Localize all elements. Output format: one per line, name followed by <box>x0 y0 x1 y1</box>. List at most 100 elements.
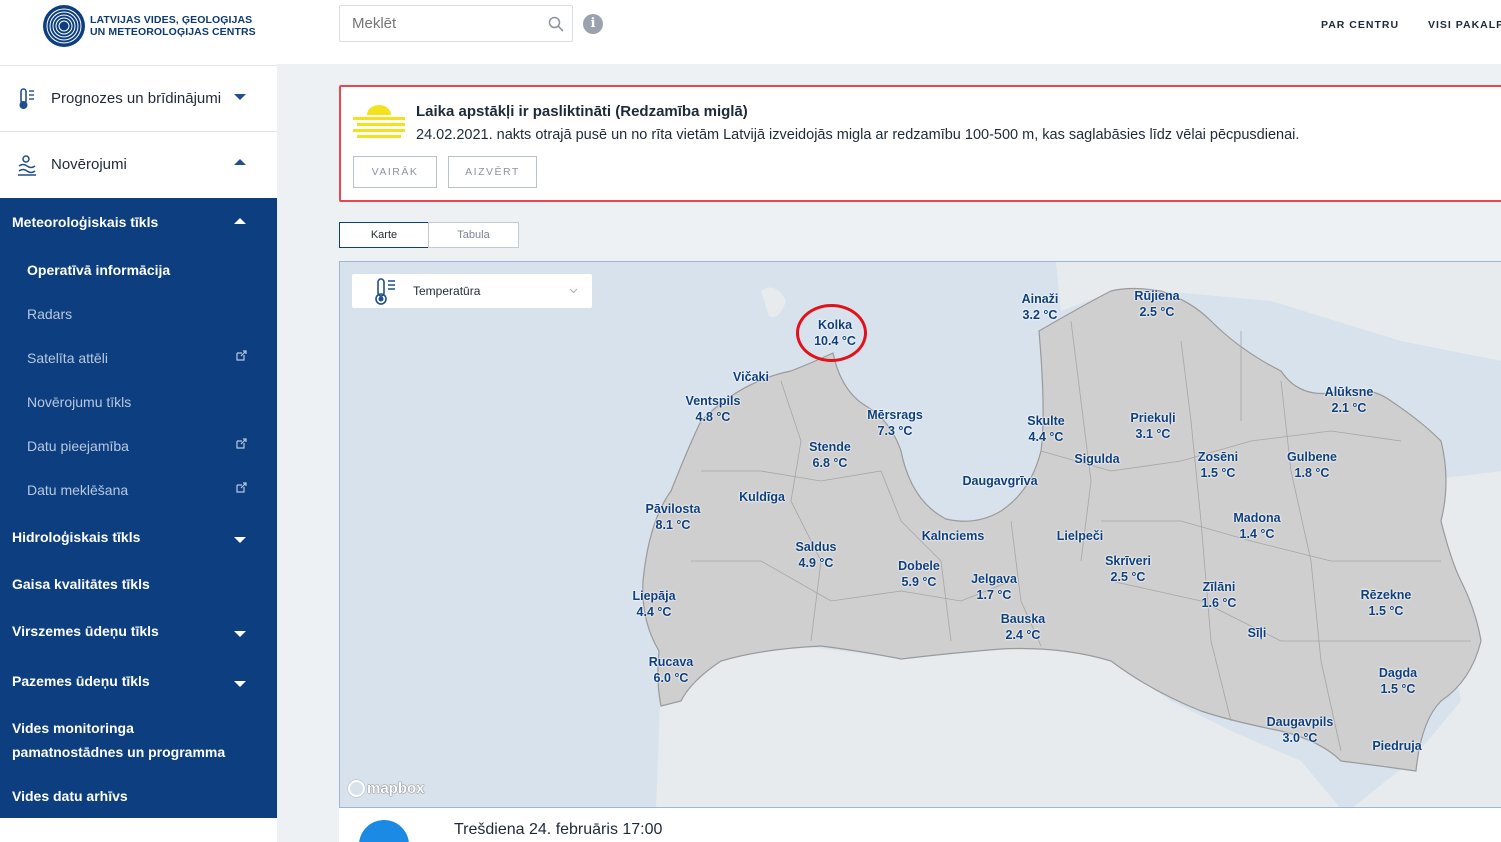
subnav-env-data-archive-label: Vides datu arhīvs <box>12 788 128 804</box>
station-label[interactable]: Ainaži 3.2 °C <box>1022 291 1059 323</box>
station-name: Skulte <box>1027 414 1065 428</box>
station-temperature: 2.5 °C <box>1110 570 1146 584</box>
tab-table[interactable]: Tabula <box>428 222 519 248</box>
observation-icon <box>18 154 36 176</box>
station-label[interactable]: Rēzekne 1.5 °C <box>1361 587 1412 619</box>
subnav-satellite-images[interactable]: Satelīta attēli <box>0 350 277 372</box>
subnav-env-monitoring-line-1: Vides monitoringa <box>12 720 134 736</box>
subnav-data-availability[interactable]: Datu pieejamība <box>0 438 277 460</box>
station-label[interactable]: Liepāja 4.4 °C <box>632 588 675 620</box>
station-label[interactable]: Priekuļi 3.1 °C <box>1130 410 1175 442</box>
station-label[interactable]: Skrīveri 2.5 °C <box>1105 553 1151 585</box>
station-temperature: 8.1 °C <box>655 518 691 532</box>
timeline-datetime: Trešdiena 24. februāris 17:00 <box>454 821 663 838</box>
station-label[interactable]: Daugavpils 3.0 °C <box>1267 714 1334 746</box>
station-temperature: 6.0 °C <box>653 671 689 685</box>
top-header: i PAR CENTRU VISI PAKALPOJUMI <box>277 0 1501 64</box>
tab-map[interactable]: Karte <box>339 222 429 248</box>
nav-all-services[interactable]: VISI PAKALPOJUMI <box>1428 19 1501 31</box>
station-label[interactable]: Piedruja <box>1372 738 1421 754</box>
search-icon[interactable] <box>548 16 564 32</box>
subnav-meteorological-network[interactable]: Meteoroloģiskais tīkls <box>0 214 277 236</box>
subnav-hydrological-network-label: Hidroloģiskais tīkls <box>12 529 141 545</box>
play-button[interactable] <box>359 820 409 842</box>
station-label[interactable]: Zosēni 1.5 °C <box>1198 449 1238 481</box>
station-name: Rēzekne <box>1360 588 1412 602</box>
station-label[interactable]: Vičaki <box>733 369 769 385</box>
site-logo[interactable]: LATVIJAS VIDES, ĢEOLOĢIJAS UN METEOROLOĢ… <box>42 4 256 48</box>
station-label[interactable]: Mērsrags 7.3 °C <box>867 407 923 439</box>
subnav-radar-label: Radars <box>27 306 73 322</box>
station-name: Kuldīga <box>739 490 785 504</box>
subnav-data-availability-label: Datu pieejamība <box>27 438 129 454</box>
station-label[interactable]: Lielpeči <box>1057 528 1104 544</box>
station-temperature: 6.8 °C <box>812 456 848 470</box>
station-label[interactable]: Sīļi <box>1248 625 1267 641</box>
chevron-down-icon <box>234 537 246 543</box>
station-label[interactable]: Daugavgrīva <box>962 473 1037 489</box>
station-temperature: 1.4 °C <box>1239 527 1275 541</box>
alert-more-button[interactable]: VAIRĀK <box>353 156 437 188</box>
subnav-air-quality-network[interactable]: Gaisa kvalitātes tīkls <box>0 576 277 598</box>
weather-alert: Laika apstākļi ir pasliktināti (Redzamīb… <box>339 85 1501 202</box>
highlight-ring <box>796 304 867 362</box>
subnav-surface-water-network[interactable]: Virszemes ūdeņu tīkls <box>0 623 277 645</box>
station-temperature: 4.4 °C <box>1028 430 1064 444</box>
station-label[interactable]: Madona 1.4 °C <box>1233 510 1280 542</box>
station-label[interactable]: Rucava 6.0 °C <box>649 654 693 686</box>
station-temperature: 2.5 °C <box>1139 305 1175 319</box>
station-name: Vičaki <box>733 370 769 384</box>
observations-subnav: Meteoroloģiskais tīkls Operatīvā informā… <box>0 198 277 818</box>
chevron-down-icon <box>234 631 246 637</box>
station-label[interactable]: Pāvilosta 8.1 °C <box>646 501 701 533</box>
station-label[interactable]: Sigulda <box>1074 451 1119 467</box>
alert-title: Laika apstākļi ir pasliktināti (Redzamīb… <box>416 103 748 120</box>
subnav-env-data-archive[interactable]: Vides datu arhīvs <box>0 788 277 810</box>
station-label[interactable]: Skulte 4.4 °C <box>1027 413 1065 445</box>
station-temperature: 4.4 °C <box>636 605 672 619</box>
weather-map[interactable]: Temperatūra mapbox Kolka 10.4 °C Ainaži 3.2… <box>339 261 1501 808</box>
station-label[interactable]: Gulbene 1.8 °C <box>1287 449 1337 481</box>
sidebar: LATVIJAS VIDES, ĢEOLOĢIJAS UN METEOROLOĢ… <box>0 0 277 842</box>
station-label[interactable]: Jelgava 1.7 °C <box>971 571 1017 603</box>
station-name: Mērsrags <box>867 408 923 422</box>
nav-about[interactable]: PAR CENTRU <box>1321 19 1399 31</box>
subnav-hydrological-network[interactable]: Hidroloģiskais tīkls <box>0 529 277 551</box>
layer-select[interactable]: Temperatūra <box>352 274 592 308</box>
subnav-radar[interactable]: Radars <box>0 306 277 328</box>
station-label[interactable]: Alūksne 2.1 °C <box>1325 384 1374 416</box>
search-box[interactable] <box>339 5 573 42</box>
station-label[interactable]: Stende 6.8 °C <box>809 439 851 471</box>
station-label[interactable]: Saldus 4.9 °C <box>796 539 837 571</box>
station-temperature: 7.3 °C <box>877 424 913 438</box>
station-label[interactable]: Bauska 2.4 °C <box>1001 611 1045 643</box>
subnav-data-search[interactable]: Datu meklēšana <box>0 482 277 504</box>
subnav-air-quality-network-label: Gaisa kvalitātes tīkls <box>12 576 150 592</box>
nav-observations-label: Novērojumi <box>51 156 127 173</box>
station-label[interactable]: Rūjiena 2.5 °C <box>1134 288 1179 320</box>
external-link-icon <box>236 438 247 449</box>
station-temperature: 1.5 °C <box>1200 466 1236 480</box>
mapbox-logo[interactable]: mapbox <box>348 780 425 797</box>
nav-forecasts[interactable]: Prognozes un brīdinājumi <box>0 65 277 131</box>
station-label[interactable]: Kuldīga <box>739 489 785 505</box>
alert-close-button[interactable]: AIZVĒRT <box>448 156 537 188</box>
station-label[interactable]: Dagda 1.5 °C <box>1379 665 1417 697</box>
station-name: Skrīveri <box>1105 554 1151 568</box>
subnav-observation-network[interactable]: Novērojumu tīkls <box>0 394 277 416</box>
chevron-up-icon <box>234 159 246 165</box>
station-name: Rucava <box>648 655 694 669</box>
station-label[interactable]: Zīlāni 1.6 °C <box>1202 579 1237 611</box>
nav-observations[interactable]: Novērojumi <box>0 131 277 197</box>
subnav-operational-info[interactable]: Operatīvā informācija <box>0 262 277 284</box>
mapbox-attribution: mapbox <box>367 780 425 797</box>
station-label[interactable]: Kalnciems <box>922 528 985 544</box>
subnav-env-monitoring-guidelines[interactable]: Vides monitoringa pamatnostādnes un prog… <box>0 720 277 766</box>
subnav-satellite-images-label: Satelīta attēli <box>27 350 108 366</box>
subnav-surface-water-network-label: Virszemes ūdeņu tīkls <box>12 623 159 639</box>
station-label[interactable]: Dobele 5.9 °C <box>898 558 940 590</box>
station-label[interactable]: Ventspils 4.8 °C <box>686 393 741 425</box>
search-input[interactable] <box>340 6 530 41</box>
subnav-groundwater-network[interactable]: Pazemes ūdeņu tīkls <box>0 673 277 695</box>
info-icon[interactable]: i <box>583 14 603 34</box>
